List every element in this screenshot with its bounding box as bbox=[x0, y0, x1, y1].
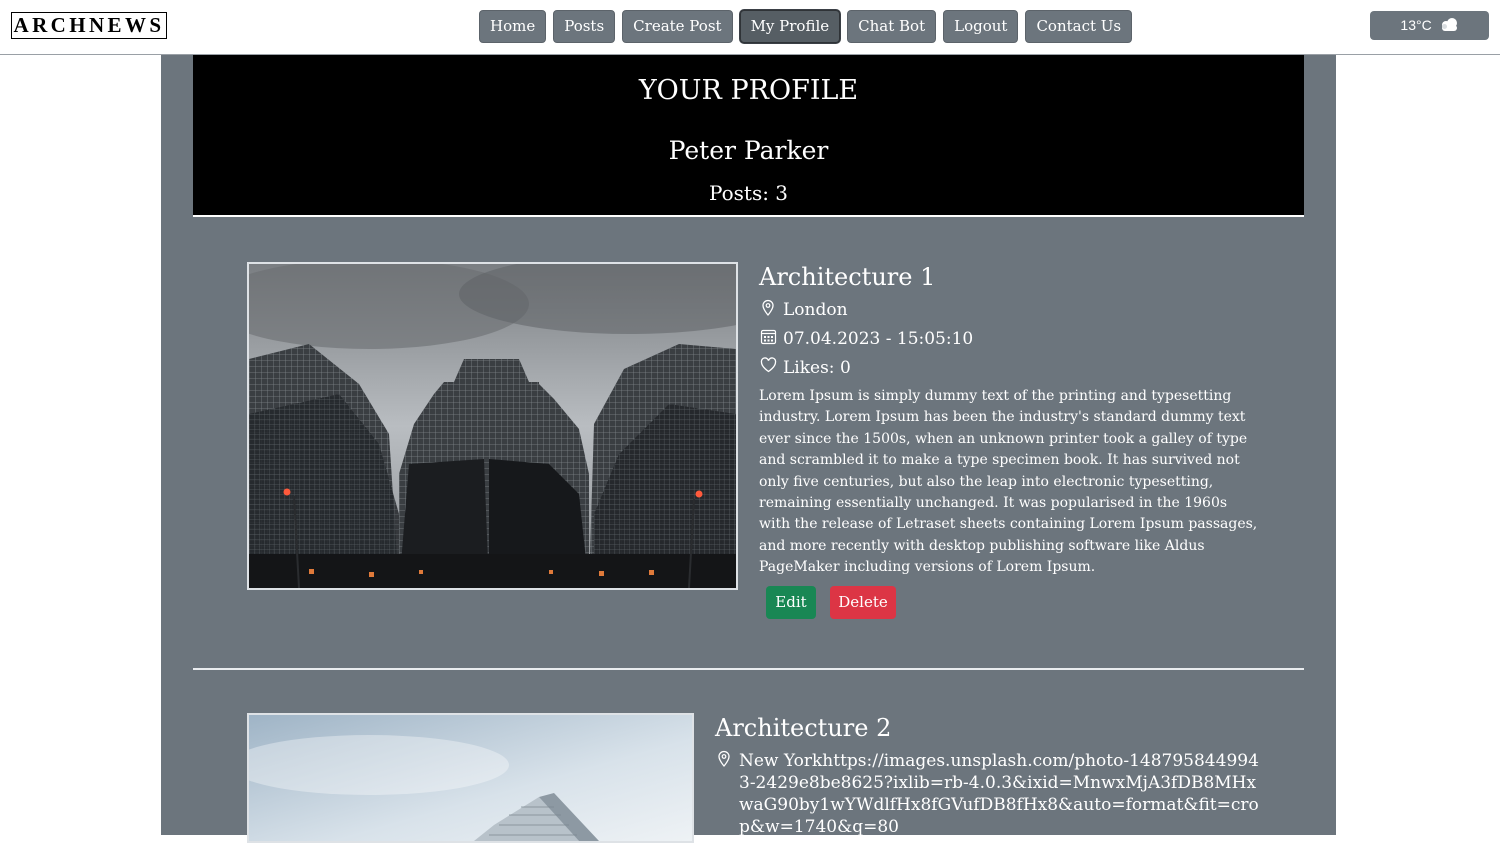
posts-count: Posts: 3 bbox=[708, 181, 789, 205]
main-nav: Home Posts Create Post My Profile Chat B… bbox=[479, 10, 1133, 43]
nav-my-profile-button[interactable]: My Profile bbox=[739, 10, 841, 43]
nav-posts-button[interactable]: Posts bbox=[553, 10, 616, 43]
post-likes: Likes: 0 bbox=[760, 357, 851, 379]
post-title[interactable]: Architecture 1 bbox=[759, 262, 935, 292]
post-location: New Yorkhttps://images.unsplash.com/phot… bbox=[716, 750, 1261, 838]
nav-contact-us-button[interactable]: Contact Us bbox=[1025, 10, 1133, 43]
profile-panel: YOUR PROFILE Peter Parker Posts: 3 Archi… bbox=[161, 55, 1336, 843]
brand-logo[interactable]: ARCHNEWS bbox=[11, 12, 167, 39]
post-likes-text: Likes: 0 bbox=[783, 358, 851, 378]
nav-home-button[interactable]: Home bbox=[479, 10, 547, 43]
post-location: London bbox=[760, 299, 848, 321]
weather-temperature: 13°C bbox=[1400, 17, 1432, 33]
weather-widget[interactable]: 13°C bbox=[1370, 11, 1489, 40]
post-date-text: 07.04.2023 - 15:05:10 bbox=[783, 329, 974, 349]
calendar-icon bbox=[760, 328, 778, 346]
post-description: Lorem Ipsum is simply dummy text of the … bbox=[759, 388, 1258, 576]
location-pin-icon bbox=[716, 750, 734, 768]
cloud-icon bbox=[1439, 12, 1459, 41]
nav-chat-bot-button[interactable]: Chat Bot bbox=[847, 10, 937, 43]
post-location-text: New Yorkhttps://images.unsplash.com/phot… bbox=[739, 751, 1259, 837]
profile-name: Peter Parker bbox=[668, 136, 829, 165]
post-title[interactable]: Architecture 2 bbox=[715, 713, 891, 743]
post-image[interactable] bbox=[247, 713, 694, 843]
post-location-text: London bbox=[783, 300, 848, 320]
post-divider bbox=[193, 668, 1304, 670]
heart-icon[interactable] bbox=[760, 357, 778, 375]
delete-post-button[interactable]: Delete bbox=[830, 586, 896, 619]
nav-create-post-button[interactable]: Create Post bbox=[622, 10, 733, 43]
page-title: YOUR PROFILE bbox=[638, 75, 859, 106]
edit-post-button[interactable]: Edit bbox=[766, 586, 816, 619]
location-pin-icon bbox=[760, 299, 778, 317]
post-image[interactable] bbox=[247, 262, 738, 590]
top-navbar: ARCHNEWS Home Posts Create Post My Profi… bbox=[0, 0, 1500, 55]
post-date: 07.04.2023 - 15:05:10 bbox=[760, 328, 973, 350]
nav-logout-button[interactable]: Logout bbox=[943, 10, 1019, 43]
profile-header: YOUR PROFILE Peter Parker Posts: 3 bbox=[193, 55, 1304, 217]
